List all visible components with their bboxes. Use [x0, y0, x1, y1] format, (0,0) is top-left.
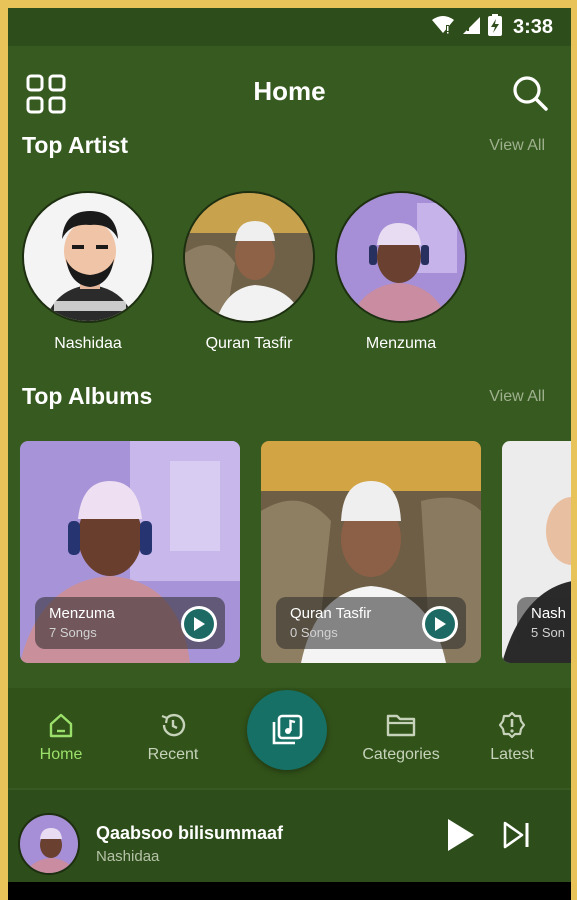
player-next-button[interactable]	[502, 820, 532, 855]
album-song-count: 7 Songs	[49, 625, 97, 640]
nav-item-latest[interactable]: Latest	[457, 710, 567, 764]
top-albums-view-all-link[interactable]: View All	[489, 388, 545, 406]
album-info-overlay: Menzuma 7 Songs	[35, 597, 225, 649]
nav-item-recent[interactable]: Recent	[118, 710, 228, 764]
artist-card[interactable]: Quran Tasfir	[181, 191, 317, 353]
alert-icon	[457, 710, 567, 740]
app-frame: 3:38 Home Top Artist View All Nashidaa Q…	[8, 8, 571, 900]
play-icon	[194, 617, 205, 631]
play-icon	[448, 819, 474, 851]
play-icon	[435, 617, 446, 631]
artist-card[interactable]: Menzuma	[333, 191, 469, 353]
top-artist-title: Top Artist	[22, 132, 129, 158]
artist-name: Quran Tasfir	[205, 335, 293, 352]
artist-name: Nashidaa	[54, 335, 122, 352]
nav-label: Recent	[147, 746, 199, 763]
top-albums-list: Menzuma 7 Songs Quran Tasfir 0 Songs Nas…	[20, 441, 571, 666]
album-info-overlay: Quran Tasfir 0 Songs	[276, 597, 466, 649]
album-song-count: 5 Son	[531, 625, 565, 640]
album-title: Nash	[531, 605, 567, 622]
wifi-icon	[431, 15, 454, 40]
status-time: 3:38	[512, 15, 553, 38]
album-card[interactable]: Quran Tasfir 0 Songs	[261, 441, 481, 663]
album-play-button[interactable]	[181, 606, 217, 642]
now-playing-artwork	[18, 813, 80, 875]
mini-player[interactable]: Qaabsoo bilisummaaf Nashidaa	[8, 790, 571, 882]
artist-avatar	[183, 191, 315, 323]
search-icon	[513, 76, 548, 111]
skip-next-icon	[503, 821, 529, 849]
music-library-icon	[272, 714, 303, 745]
now-playing-artist: Nashidaa	[96, 848, 160, 865]
album-play-button[interactable]	[422, 606, 458, 642]
signal-icon	[461, 15, 481, 40]
top-app-bar: Home	[8, 46, 571, 136]
top-artist-header: Top Artist View All	[22, 132, 545, 159]
top-albums-header: Top Albums View All	[22, 383, 545, 410]
nav-label: Latest	[490, 746, 534, 763]
artist-card[interactable]: Nashidaa	[20, 191, 156, 353]
bottom-navigation: Home Recent Categories Latest	[8, 688, 571, 788]
album-card[interactable]: Menzuma 7 Songs	[20, 441, 240, 663]
album-song-count: 0 Songs	[290, 625, 338, 640]
top-albums-title: Top Albums	[22, 383, 153, 409]
nav-item-home[interactable]: Home	[8, 710, 116, 764]
home-icon	[8, 710, 116, 740]
album-info-overlay: Nash 5 Son	[517, 597, 571, 649]
now-playing-title: Qaabsoo bilisummaaf	[96, 823, 284, 843]
page-title: Home	[253, 76, 326, 106]
album-title: Menzuma	[49, 605, 115, 622]
artist-avatar	[335, 191, 467, 323]
nav-label: Home	[39, 746, 83, 763]
top-artist-view-all-link[interactable]: View All	[489, 137, 545, 155]
top-artist-list: Nashidaa Quran Tasfir Menzuma	[18, 191, 571, 361]
album-title: Quran Tasfir	[290, 605, 372, 622]
status-bar: 3:38	[8, 8, 571, 46]
history-icon	[118, 710, 228, 740]
battery-charging-icon	[487, 13, 502, 41]
player-play-button[interactable]	[446, 818, 476, 857]
artist-avatar	[22, 191, 154, 323]
folder-icon	[346, 710, 456, 740]
artist-name: Menzuma	[365, 335, 437, 352]
album-card[interactable]: Nash 5 Son	[502, 441, 571, 663]
nav-label: Categories	[362, 746, 440, 763]
search-button[interactable]	[511, 74, 549, 112]
system-navigation-bar	[8, 882, 571, 900]
music-library-button[interactable]	[247, 690, 327, 770]
nav-item-categories[interactable]: Categories	[346, 710, 456, 764]
